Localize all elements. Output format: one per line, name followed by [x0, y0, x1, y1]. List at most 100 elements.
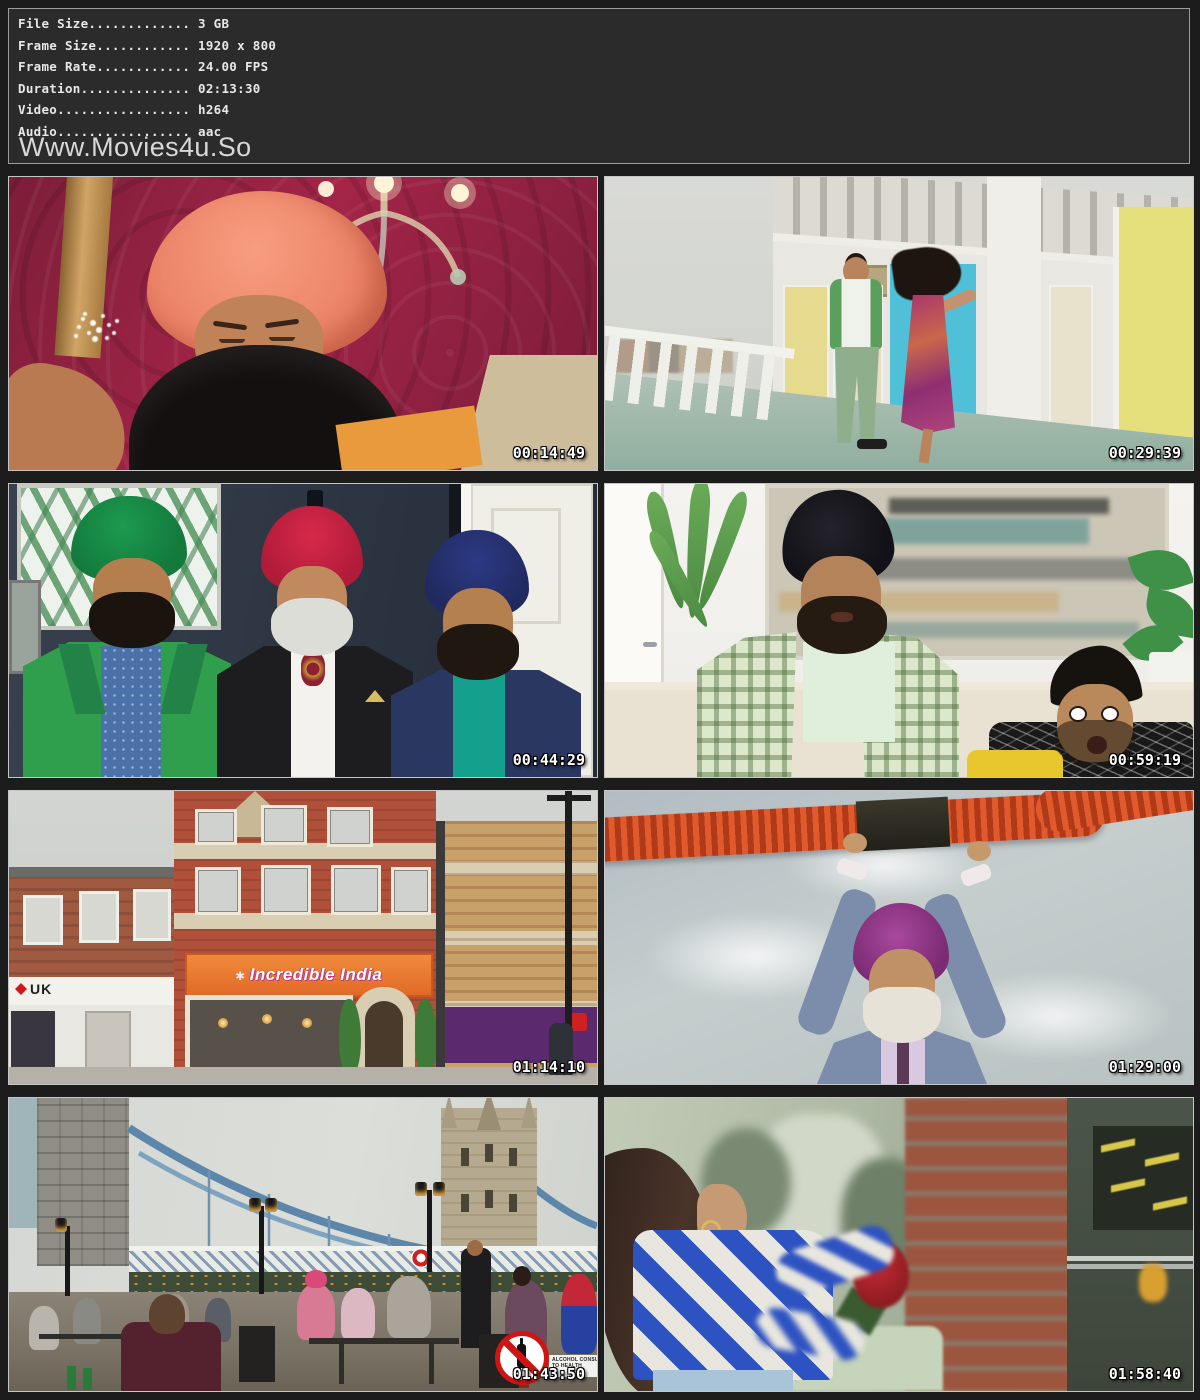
lamp-lantern [433, 1182, 445, 1196]
white-beard [863, 987, 941, 1043]
woman-in-pink [341, 1288, 375, 1340]
lamp-lantern [265, 1198, 277, 1212]
window [195, 867, 241, 915]
topiary [339, 999, 361, 1077]
scene-hanging-pipe [605, 791, 1193, 1084]
hoodie-man [387, 1276, 431, 1338]
timestamp-overlay: 01:14:10 [513, 1058, 585, 1076]
meta-frame-size: Frame Size............ 1920 x 800 [9, 35, 1189, 57]
timestamp-overlay: 00:59:19 [1109, 751, 1181, 769]
door-handle [643, 642, 657, 647]
meta-duration: Duration.............. 02:13:30 [9, 78, 1189, 100]
screenshot-2: 00:29:39 [604, 176, 1194, 471]
lit-window [1093, 1126, 1193, 1230]
timestamp-overlay: 01:43:50 [513, 1365, 585, 1383]
gripping-hand [967, 841, 991, 861]
meta-video: Video................. h264 [9, 99, 1189, 121]
sign-text: Incredible India [250, 965, 383, 985]
paint-smear [889, 498, 1109, 514]
movie-info-page: File Size............. 3 GB Frame Size..… [0, 0, 1200, 1400]
teal-shirt [453, 674, 505, 777]
white-powder-particles [81, 317, 85, 321]
sunburst-logo: ✱ [236, 966, 245, 984]
tower-window [485, 1190, 493, 1208]
scene-beach-huts [605, 177, 1193, 470]
seated-person [29, 1306, 59, 1350]
timestamp-overlay: 01:29:00 [1109, 1058, 1181, 1076]
pendant-light [262, 1014, 272, 1024]
dancing-man-shoe [857, 439, 887, 449]
blurred-figure [1139, 1264, 1167, 1302]
screenshot-5: UK ✱ Incredible India [8, 790, 598, 1085]
ceiling-light [1153, 1196, 1187, 1210]
pipe-coupling [856, 797, 950, 852]
pavement [9, 1067, 597, 1084]
colorblock-shirt-man [561, 1274, 597, 1354]
scene-bouquet-toss [605, 1098, 1193, 1391]
paisley-cravat [301, 652, 325, 686]
eyebrow [213, 321, 247, 331]
timestamp-overlay: 01:58:40 [1109, 1365, 1181, 1383]
green-bottle [67, 1366, 76, 1390]
tower-window [509, 1194, 517, 1212]
shocked-mouth [1087, 736, 1107, 754]
blue-patterned-shirt [101, 646, 161, 777]
pink-turban [305, 1270, 327, 1288]
timestamp-overlay: 00:44:29 [513, 751, 585, 769]
screenshot-1: 00:14:49 [8, 176, 598, 471]
window [79, 891, 119, 943]
pink-shirt-man [297, 1284, 335, 1340]
window [327, 807, 373, 847]
ceiling-light [1111, 1178, 1145, 1192]
shop-window-dark [11, 1011, 55, 1067]
window [261, 805, 307, 845]
lamp-post [65, 1226, 70, 1296]
site-watermark: Www.Movies4u.So [19, 132, 252, 163]
cafe-table [309, 1338, 459, 1344]
timestamp-overlay: 00:29:39 [1109, 444, 1181, 462]
scene-incredible-india-street: UK ✱ Incredible India [9, 791, 597, 1084]
lamp-cross-arm [547, 795, 591, 801]
window [133, 889, 171, 941]
table-leg [339, 1344, 344, 1384]
arch-doorway [365, 1001, 403, 1071]
man3-beard [437, 624, 519, 680]
lamp-post [259, 1206, 264, 1294]
closed-eye [219, 339, 245, 343]
lamp-post [427, 1190, 432, 1272]
closed-eye [269, 337, 295, 341]
timestamp-overlay: 00:14:49 [513, 444, 585, 462]
cream-door-2 [1049, 285, 1093, 439]
blue-jeans [653, 1370, 793, 1391]
window [331, 865, 381, 915]
man1-beard [797, 596, 887, 654]
screenshot-4: 00:59:19 [604, 483, 1194, 778]
lamp-lantern [249, 1198, 261, 1212]
file-info-box: File Size............. 3 GB Frame Size..… [8, 8, 1190, 164]
window [23, 895, 63, 945]
lamp-lantern [55, 1218, 67, 1232]
tower-window [461, 1194, 469, 1212]
screenshot-6: 01:29:00 [604, 790, 1194, 1085]
pendant-light [218, 1018, 228, 1028]
red-logo-mark [15, 983, 27, 995]
window [391, 867, 431, 915]
street-lamp-pole [565, 791, 572, 1041]
restaurant-window [185, 995, 353, 1077]
grimace-mouth [831, 612, 853, 622]
tower-window [509, 1148, 517, 1166]
scene-tower-bridge-cafe: ALCOHOL CONSUMPTION IS INJURIOUS TO HEAL… [9, 1098, 597, 1391]
stone-band [174, 913, 436, 929]
scene-sadhu-powder [9, 177, 597, 470]
metal-handrail [1067, 1256, 1193, 1261]
green-bottle [83, 1368, 92, 1390]
scene-three-turbans [9, 484, 597, 777]
screenshot-8: 01:58:40 [604, 1097, 1194, 1392]
screenshot-7: ALCOHOL CONSUMPTION IS INJURIOUS TO HEAL… [8, 1097, 598, 1392]
mint-shirt [803, 642, 895, 742]
dancing-man-jacket [830, 279, 882, 349]
lamp-lantern [415, 1182, 427, 1196]
ceiling-light [1101, 1138, 1135, 1152]
dark-tie [897, 1039, 909, 1084]
foreground-man-head [149, 1294, 185, 1334]
